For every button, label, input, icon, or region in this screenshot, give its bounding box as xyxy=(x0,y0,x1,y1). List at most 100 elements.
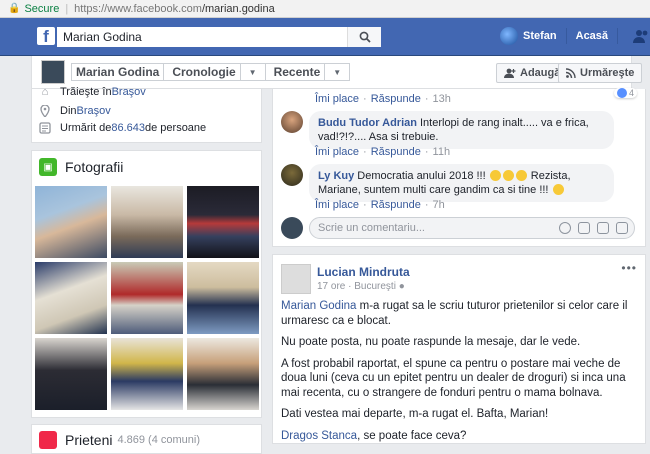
post-paragraph: Nu poate posta, nu poate raspunde la mes… xyxy=(281,336,581,348)
laughing-emoji-icon xyxy=(489,170,501,181)
chevron-down-icon: ▼ xyxy=(333,67,342,77)
commenter-name[interactable]: Ly Kuy xyxy=(318,170,354,182)
user-name-link[interactable]: Stefan xyxy=(523,30,557,42)
profile-thumbnail[interactable] xyxy=(41,60,65,84)
author-avatar[interactable] xyxy=(281,264,311,294)
comment-bubble: Budu Tudor Adrian Interlopi de rang inalt… xyxy=(309,111,614,149)
nav-divider xyxy=(565,28,567,44)
photo-thumbnail[interactable] xyxy=(35,338,107,410)
friends-icon xyxy=(39,431,57,449)
emoji-icon[interactable] xyxy=(559,222,571,234)
post-paragraph: Dati vestea mai departe, m-a rugat el. B… xyxy=(281,408,549,420)
intro-lives-in: ⌂ Trăieşte în Braşov xyxy=(39,86,146,98)
current-user-avatar xyxy=(281,217,303,239)
post-card: Lucian Mindruta 17 ore · Bucureşti ● •••… xyxy=(272,254,646,444)
photo-thumbnail[interactable] xyxy=(35,186,107,258)
photos-card: ▣ Fotografii xyxy=(31,150,262,418)
reply-link[interactable]: Răspunde xyxy=(371,93,421,105)
url-host: https://www.facebook.com xyxy=(74,2,202,15)
followers-prefix: Urmărit de xyxy=(60,122,112,134)
friends-count: 4.869 (4 comuni) xyxy=(117,434,201,446)
url-text[interactable]: https://www.facebook.com/marian.godina xyxy=(74,3,275,15)
chevron-down-icon: ▼ xyxy=(248,67,257,77)
comment-actions: Îmi place · Răspunde · 7h xyxy=(315,199,445,211)
user-avatar[interactable] xyxy=(500,27,518,45)
laughing-emoji-icon xyxy=(515,170,527,181)
like-link[interactable]: Îmi place xyxy=(315,146,359,158)
friends-card: Prieteni 4.869 (4 comuni) xyxy=(31,424,262,454)
top-nav-right: Stefan Acasă xyxy=(500,27,650,45)
post-location[interactable]: Bucureşti xyxy=(354,281,396,292)
search-button[interactable] xyxy=(347,27,381,47)
public-globe-icon: ● xyxy=(398,281,405,292)
from-city-link[interactable]: Braşov xyxy=(77,105,111,117)
comment-time: 7h xyxy=(432,199,445,211)
reply-link[interactable]: Răspunde xyxy=(371,199,421,211)
rss-icon xyxy=(566,68,576,78)
intro-card: ⌂ Trăieşte în Braşov Din Braşov Urmărit … xyxy=(31,86,262,143)
post-meta: 17 ore · Bucureşti ● xyxy=(317,281,405,292)
laughing-emoji-icon xyxy=(502,170,514,181)
intro-from: Din Braşov xyxy=(39,104,111,119)
add-friend-icon xyxy=(504,68,516,78)
url-path: /marian.godina xyxy=(201,2,275,15)
friends-header[interactable]: Prieteni 4.869 (4 comuni) xyxy=(39,431,200,449)
tab-chronology[interactable]: Cronologie ▼ xyxy=(164,64,266,80)
like-link[interactable]: Îmi place xyxy=(315,199,359,211)
photo-thumbnail[interactable] xyxy=(111,338,183,410)
comment: Budu Tudor Adrian Interlopi de rang inalt… xyxy=(281,111,631,149)
post-author[interactable]: Lucian Mindruta xyxy=(317,265,410,279)
browser-address-bar[interactable]: 🔒 Secure | https://www.facebook.com/mari… xyxy=(0,0,650,18)
post-paragraph: Dragos Stanca, se poate face ceva? xyxy=(281,429,631,444)
tab-recent-label: Recente xyxy=(270,64,326,80)
comment-text-part1: Democratia anului 2018 !!! xyxy=(357,170,489,182)
commenter-avatar[interactable] xyxy=(281,111,303,133)
nav-divider xyxy=(617,28,619,44)
friend-requests-icon[interactable] xyxy=(633,29,649,43)
comment-composer: Scrie un comentariu... xyxy=(281,216,635,240)
reply-link[interactable]: Răspunde xyxy=(371,146,421,158)
tab-recent[interactable]: Recente ▼ xyxy=(266,64,350,80)
facebook-logo-icon[interactable]: f xyxy=(37,27,55,46)
like-link[interactable]: Îmi place xyxy=(315,93,359,105)
tagged-person-link[interactable]: Marian Godina xyxy=(281,300,356,312)
comment-placeholder: Scrie un comentariu... xyxy=(318,222,425,234)
composer-tools xyxy=(552,222,628,234)
dot-separator: · xyxy=(424,93,429,105)
comment-input[interactable]: Scrie un comentariu... xyxy=(309,217,635,239)
post-options-button[interactable]: ••• xyxy=(621,261,637,275)
photo-thumbnail[interactable] xyxy=(187,262,259,334)
lives-city-link[interactable]: Braşov xyxy=(112,86,146,98)
friends-title: Prieteni xyxy=(65,432,113,448)
flexed-biceps-emoji-icon xyxy=(552,184,564,195)
home-link[interactable]: Acasă xyxy=(576,30,608,42)
home-icon: ⌂ xyxy=(41,86,49,98)
followers-count-link[interactable]: 86.643 xyxy=(111,122,145,134)
post-time[interactable]: 17 ore xyxy=(317,281,345,292)
photo-thumbnail[interactable] xyxy=(111,186,183,258)
post-paragraph: A fost probabil raportat, el spune ca pe… xyxy=(281,357,626,399)
profile-name-tab[interactable]: Marian Godina xyxy=(72,64,165,80)
photo-thumbnail[interactable] xyxy=(187,186,259,258)
timeline-tabs: Marian Godina Cronologie ▼ Recente ▼ xyxy=(71,63,351,81)
sticker-icon[interactable] xyxy=(616,222,628,234)
follow-button[interactable]: Urmăreşte xyxy=(558,63,643,83)
tab-chronology-label: Cronologie xyxy=(168,64,241,80)
secure-label: Secure xyxy=(24,2,60,15)
photo-thumbnail[interactable] xyxy=(187,338,259,410)
search-input[interactable]: Marian Godina xyxy=(57,27,381,47)
camera-icon[interactable] xyxy=(578,222,590,234)
from-prefix: Din xyxy=(60,105,77,117)
gif-icon[interactable] xyxy=(597,222,609,234)
photo-thumbnail[interactable] xyxy=(111,262,183,334)
search-icon xyxy=(359,31,371,43)
commenter-name[interactable]: Budu Tudor Adrian xyxy=(318,117,417,129)
photos-header[interactable]: ▣ Fotografii xyxy=(39,158,123,176)
commenter-avatar[interactable] xyxy=(281,164,303,186)
photo-thumbnail[interactable] xyxy=(35,262,107,334)
reaction-count[interactable]: 4 xyxy=(613,88,637,98)
dot-separator: · xyxy=(363,146,367,158)
comment: Ly Kuy Democratia anului 2018 !!! Rezista… xyxy=(281,164,631,202)
photos-title: Fotografii xyxy=(65,159,124,175)
comments-card: Îmi place · Răspunde · 13h 4 Budu Tudor Adri… xyxy=(272,88,646,247)
